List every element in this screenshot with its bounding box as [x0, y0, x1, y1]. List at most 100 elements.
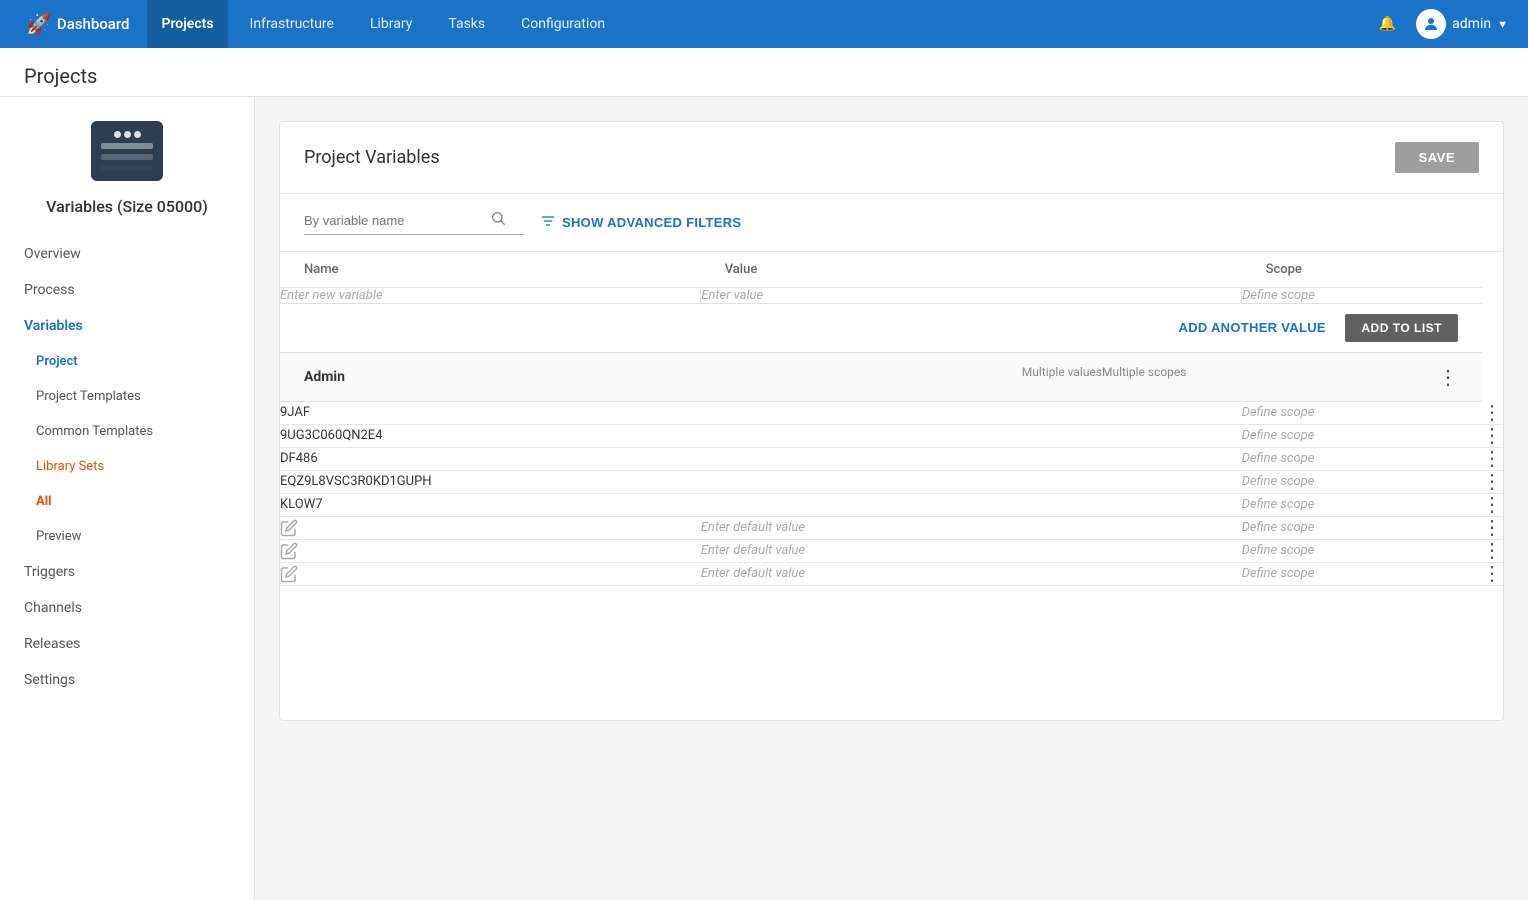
var-scope-cell[interactable]: Define scope — [1242, 516, 1482, 539]
table-header-row: Name Value Scope — [280, 252, 1503, 288]
admin-multi-values: Multiple values — [1022, 365, 1102, 389]
sidebar-item-common-templates[interactable]: Common Templates — [0, 414, 254, 449]
card-title: Project Variables — [304, 147, 440, 168]
admin-group-inner: Admin Multiple values Multiple scopes ⋮ — [304, 365, 1458, 389]
var-default-value-cell[interactable]: Enter default value — [701, 539, 1242, 562]
sidebar-item-triggers[interactable]: Triggers — [0, 554, 254, 590]
col-value: Value — [701, 252, 1242, 288]
var-actions-cell[interactable]: ⋮ — [1482, 424, 1503, 447]
notification-bell[interactable]: 🔔 — [1375, 16, 1400, 32]
filter-bar: SHOW ADVANCED FILTERS — [280, 194, 1503, 252]
var-scope-cell[interactable]: Define scope — [1242, 447, 1482, 470]
var-name-cell: KLOW7 — [280, 493, 701, 516]
var-value-cell — [701, 493, 1242, 516]
table-row: KLOW7 Define scope ⋮ — [280, 493, 1503, 516]
var-edit-icon-cell — [280, 562, 701, 585]
var-name-cell: 9UG3C060QN2E4 — [280, 424, 701, 447]
var-actions-cell[interactable]: ⋮ — [1482, 516, 1503, 539]
var-scope-cell[interactable]: Define scope — [1242, 470, 1482, 493]
table-row: Enter default value Define scope ⋮ — [280, 516, 1503, 539]
sidebar-item-process[interactable]: Process — [0, 272, 254, 308]
row-menu-icon[interactable]: ⋮ — [1482, 538, 1503, 562]
user-menu[interactable]: admin ▼ — [1412, 9, 1512, 39]
topnav: 🚀 Dashboard Projects Infrastructure Libr… — [0, 0, 1528, 48]
row-menu-icon[interactable]: ⋮ — [1482, 469, 1503, 493]
search-input[interactable] — [304, 213, 484, 228]
var-edit-icon-cell — [280, 516, 701, 539]
var-scope-cell[interactable]: Define scope — [1242, 493, 1482, 516]
var-scope-cell[interactable]: Define scope — [1242, 562, 1482, 585]
sidebar-item-library-sets[interactable]: Library Sets — [0, 449, 254, 484]
table-row: EQZ9L8VSC3R0KD1GUPH Define scope ⋮ — [280, 470, 1503, 493]
table-row: 9JAF Define scope ⋮ — [280, 402, 1503, 425]
var-default-value-cell[interactable]: Enter default value — [701, 516, 1242, 539]
new-var-name-cell[interactable]: Enter new variable — [280, 288, 701, 304]
edit-icon — [280, 542, 298, 560]
brand-icon: 🚀 — [26, 12, 51, 36]
table-row: 9UG3C060QN2E4 Define scope ⋮ — [280, 424, 1503, 447]
new-var-scope-cell[interactable]: Define scope — [1242, 288, 1482, 304]
row-menu-icon[interactable]: ⋮ — [1482, 561, 1503, 585]
sidebar-item-releases[interactable]: Releases — [0, 626, 254, 662]
sidebar-item-overview[interactable]: Overview — [0, 236, 254, 272]
sidebar: Variables (Size 05000) Overview Process … — [0, 97, 255, 900]
sidebar-project-name: Variables (Size 05000) — [0, 197, 254, 236]
sidebar-item-project[interactable]: Project — [0, 344, 254, 379]
nav-projects[interactable]: Projects — [147, 0, 227, 48]
var-scope-cell[interactable]: Define scope — [1242, 424, 1482, 447]
nav-library[interactable]: Library — [356, 0, 426, 48]
card-header: Project Variables SAVE — [280, 122, 1503, 194]
add-buttons-row: ADD ANOTHER VALUE ADD TO LIST — [280, 304, 1503, 353]
nav-infrastructure[interactable]: Infrastructure — [236, 0, 348, 48]
dashboard-label[interactable]: Dashboard — [57, 15, 130, 33]
var-actions-cell[interactable]: ⋮ — [1482, 539, 1503, 562]
admin-group-menu[interactable]: ⋮ — [1438, 365, 1458, 389]
var-name-cell: 9JAF — [280, 402, 701, 425]
row-menu-icon[interactable]: ⋮ — [1482, 515, 1503, 539]
avatar — [1416, 9, 1446, 39]
sidebar-item-preview[interactable]: Preview — [0, 519, 254, 554]
var-name-cell: DF486 — [280, 447, 701, 470]
project-icon-area — [0, 97, 254, 197]
sidebar-item-settings[interactable]: Settings — [0, 662, 254, 698]
var-actions-cell[interactable]: ⋮ — [1482, 447, 1503, 470]
var-actions-cell[interactable]: ⋮ — [1482, 470, 1503, 493]
main-content: Project Variables SAVE SHOW ADVANCED FIL… — [255, 97, 1528, 900]
table-row: DF486 Define scope ⋮ — [280, 447, 1503, 470]
search-box — [304, 210, 524, 235]
var-actions-cell[interactable]: ⋮ — [1482, 562, 1503, 585]
row-menu-icon[interactable]: ⋮ — [1482, 400, 1503, 424]
sidebar-item-project-templates[interactable]: Project Templates — [0, 379, 254, 414]
admin-group-sub-headers: Multiple values Multiple scopes ⋮ — [1022, 365, 1458, 389]
var-actions-cell[interactable]: ⋮ — [1482, 493, 1503, 516]
var-actions-cell[interactable]: ⋮ — [1482, 402, 1503, 425]
edit-icon — [280, 565, 298, 583]
admin-group-row: Admin Multiple values Multiple scopes ⋮ — [280, 353, 1503, 402]
advanced-filter-button[interactable]: SHOW ADVANCED FILTERS — [540, 213, 741, 232]
var-name-cell: EQZ9L8VSC3R0KD1GUPH — [280, 470, 701, 493]
topnav-right: 🔔 admin ▼ — [1375, 9, 1512, 39]
row-menu-icon[interactable]: ⋮ — [1482, 446, 1503, 470]
save-button[interactable]: SAVE — [1395, 142, 1479, 173]
sidebar-item-channels[interactable]: Channels — [0, 590, 254, 626]
var-scope-cell[interactable]: Define scope — [1242, 539, 1482, 562]
add-to-list-button[interactable]: ADD TO LIST — [1345, 314, 1458, 342]
icon-line2 — [101, 154, 153, 160]
content-card: Project Variables SAVE SHOW ADVANCED FIL… — [279, 121, 1504, 721]
var-scope-cell[interactable]: Define scope — [1242, 402, 1482, 425]
sidebar-item-all[interactable]: All — [0, 484, 254, 519]
nav-brand[interactable]: 🚀 Dashboard — [16, 0, 139, 48]
col-name: Name — [280, 252, 701, 288]
nav-tasks[interactable]: Tasks — [434, 0, 499, 48]
nav-configuration[interactable]: Configuration — [507, 0, 619, 48]
sidebar-item-variables[interactable]: Variables — [0, 308, 254, 344]
row-menu-icon[interactable]: ⋮ — [1482, 492, 1503, 516]
new-var-value-cell[interactable]: Enter value — [701, 288, 1242, 304]
page-body: Variables (Size 05000) Overview Process … — [0, 97, 1528, 900]
add-another-value-button[interactable]: ADD ANOTHER VALUE — [1179, 320, 1326, 335]
row-menu-icon[interactable]: ⋮ — [1482, 423, 1503, 447]
table-row: Enter default value Define scope ⋮ — [280, 562, 1503, 585]
var-default-value-cell[interactable]: Enter default value — [701, 562, 1242, 585]
var-value-cell — [701, 402, 1242, 425]
var-edit-icon-cell — [280, 539, 701, 562]
